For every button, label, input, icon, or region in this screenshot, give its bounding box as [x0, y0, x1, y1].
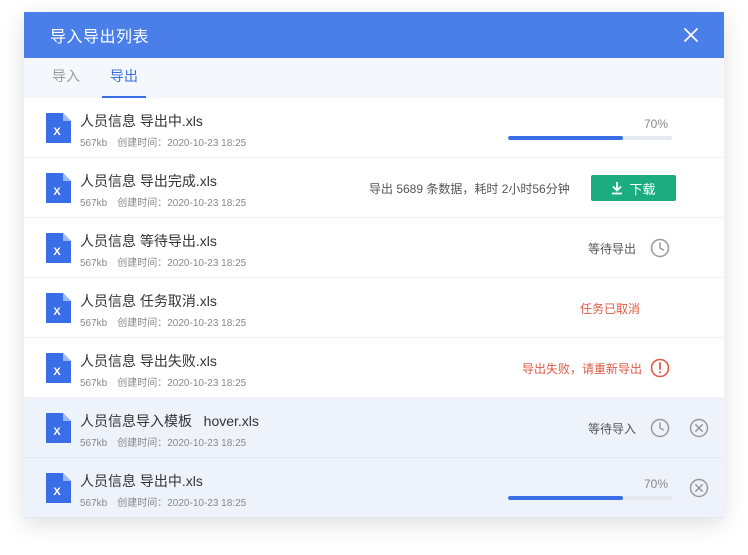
excel-file-icon: X [46, 113, 71, 143]
created-time: 创建时间：2020-10-23 18:25 [117, 378, 247, 389]
alert-circle-icon [650, 358, 670, 378]
file-size: 567kb [80, 438, 108, 449]
created-time: 创建时间：2020-10-23 18:25 [117, 498, 247, 509]
dialog-title: 导入导出列表 [50, 29, 150, 46]
excel-file-icon: X [46, 413, 71, 443]
svg-text:X: X [53, 126, 61, 138]
tab-bar: 导入 导出 [24, 58, 724, 98]
file-size: 567kb [80, 378, 108, 389]
file-size: 567kb [80, 138, 108, 149]
list-item: X 人员信息 导出中.xls 567kb 创建时间：2020-10-23 18:2… [24, 458, 724, 518]
file-name: 人员信息 导出中.xls [80, 113, 203, 129]
remove-circle-icon[interactable] [689, 478, 709, 498]
close-icon[interactable] [682, 26, 700, 44]
file-size: 567kb [80, 498, 108, 509]
tab-export[interactable]: 导出 [102, 66, 146, 98]
file-size: 567kb [80, 198, 108, 209]
file-meta: 567kb 创建时间：2020-10-23 18:25 [80, 194, 246, 209]
file-size: 567kb [80, 258, 108, 269]
tab-import[interactable]: 导入 [46, 66, 86, 98]
svg-text:X: X [53, 186, 61, 198]
download-icon [612, 181, 623, 194]
created-time: 创建时间：2020-10-23 18:25 [117, 318, 247, 329]
created-time: 创建时间：2020-10-23 18:25 [117, 138, 247, 149]
file-name: 人员信息 导出完成.xls [80, 173, 217, 189]
file-meta: 567kb 创建时间：2020-10-23 18:25 [80, 494, 246, 509]
progress-fill [508, 136, 623, 140]
excel-file-icon: X [46, 173, 71, 203]
svg-text:X: X [53, 306, 61, 318]
file-meta: 567kb 创建时间：2020-10-23 18:25 [80, 254, 246, 269]
list-item: X 人员信息 任务取消.xls 567kb 创建时间：2020-10-23 18:… [24, 278, 724, 338]
excel-file-icon: X [46, 233, 71, 263]
list-item: X 人员信息 导出中.xls 567kb 创建时间：2020-10-23 18:2… [24, 98, 724, 158]
progress-fill [508, 496, 623, 500]
status-text: 等待导出 [588, 242, 637, 256]
progress-label: 70% [644, 117, 669, 131]
excel-file-icon: X [46, 353, 71, 383]
created-time: 创建时间：2020-10-23 18:25 [117, 198, 247, 209]
file-name: 人员信息导入模板 hover.xls [80, 413, 259, 429]
file-size: 567kb [80, 318, 108, 329]
progress-bar [508, 496, 672, 500]
task-list: X 人员信息 导出中.xls 567kb 创建时间：2020-10-23 18:2… [24, 98, 724, 518]
clock-icon [650, 418, 670, 438]
file-meta: 567kb 创建时间：2020-10-23 18:25 [80, 374, 246, 389]
file-name: 人员信息 任务取消.xls [80, 293, 217, 309]
file-name: 人员信息 导出失败.xls [80, 353, 217, 369]
svg-text:X: X [53, 426, 61, 438]
file-name: 人员信息 等待导出.xls [80, 233, 217, 249]
created-time: 创建时间：2020-10-23 18:25 [117, 258, 247, 269]
progress-label: 70% [644, 477, 669, 491]
status-text: 任务已取消 [580, 302, 641, 316]
created-time: 创建时间：2020-10-23 18:25 [117, 438, 247, 449]
clock-icon [650, 238, 670, 258]
remove-circle-icon[interactable] [689, 418, 709, 438]
svg-text:X: X [53, 246, 61, 258]
excel-file-icon: X [46, 473, 71, 503]
download-button[interactable]: 下载 [591, 175, 676, 201]
excel-file-icon: X [46, 293, 71, 323]
svg-text:X: X [53, 486, 61, 498]
file-name: 人员信息 导出中.xls [80, 473, 203, 489]
svg-text:X: X [53, 366, 61, 378]
download-button-label: 下载 [629, 181, 656, 197]
progress-bar [508, 136, 672, 140]
status-text: 导出 5689 条数据，耗时 2小时56分钟 [369, 182, 570, 196]
list-item: X 人员信息 导出失败.xls 567kb 创建时间：2020-10-23 18:… [24, 338, 724, 398]
status-text: 等待导入 [588, 422, 637, 436]
file-meta: 567kb 创建时间：2020-10-23 18:25 [80, 314, 246, 329]
list-item: X 人员信息 等待导出.xls 567kb 创建时间：2020-10-23 18:… [24, 218, 724, 278]
file-meta: 567kb 创建时间：2020-10-23 18:25 [80, 434, 246, 449]
file-meta: 567kb 创建时间：2020-10-23 18:25 [80, 134, 246, 149]
list-item: X 人员信息 导出完成.xls 567kb 创建时间：2020-10-23 18:… [24, 158, 724, 218]
import-export-dialog: 导入导出列表 导入 导出 X 人员信息 导出中.xls 567kb 创建时间：20… [24, 12, 724, 518]
list-item: X 人员信息导入模板 hover.xls 567kb 创建时间：2020-10-2… [24, 398, 724, 458]
dialog-header: 导入导出列表 [24, 12, 724, 58]
status-text: 导出失败，请重新导出 [522, 362, 643, 376]
